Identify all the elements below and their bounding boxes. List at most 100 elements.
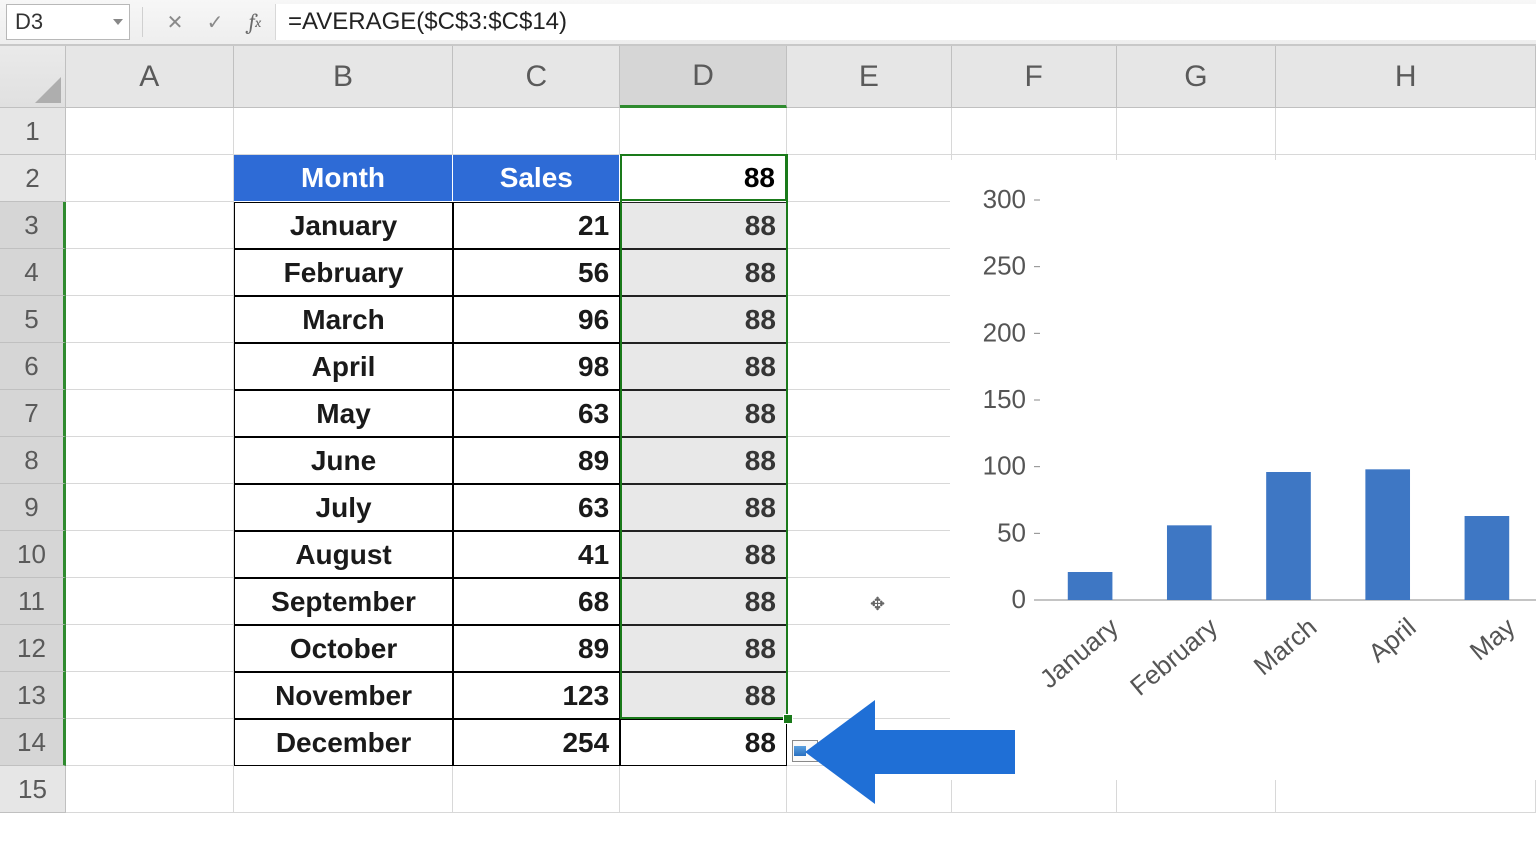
cell-B5[interactable]: March [234,296,454,343]
cell-C7[interactable]: 63 [453,390,620,437]
chevron-down-icon[interactable] [113,19,123,25]
row-header-14[interactable]: 14 [0,719,66,766]
cell-E2[interactable] [787,155,952,202]
name-box[interactable]: D3 [6,4,130,40]
row-header-11[interactable]: 11 [0,578,66,625]
row-header-9[interactable]: 9 [0,484,66,531]
col-header-G[interactable]: G [1117,46,1277,108]
cell-D15[interactable] [620,766,787,813]
row-header-12[interactable]: 12 [0,625,66,672]
cell-C2[interactable]: Sales [453,155,620,202]
cell-E6[interactable] [787,343,952,390]
cell-C14[interactable]: 254 [453,719,620,766]
cell-A6[interactable] [66,343,234,390]
cell-D9[interactable]: 88 [620,484,787,531]
cell-A1[interactable] [66,108,234,155]
cell-C15[interactable] [453,766,620,813]
row-header-10[interactable]: 10 [0,531,66,578]
cancel-formula-icon[interactable]: ✕ [161,8,189,36]
cell-A7[interactable] [66,390,234,437]
bar-chart[interactable]: 050100150200250300JanuaryFebruaryMarchAp… [950,160,1536,780]
cell-C11[interactable]: 68 [453,578,620,625]
select-all-corner[interactable] [0,46,66,108]
fx-icon[interactable]: fx [241,8,269,36]
cell-A11[interactable] [66,578,234,625]
row-header-7[interactable]: 7 [0,390,66,437]
cell-C8[interactable]: 89 [453,437,620,484]
cell-A5[interactable] [66,296,234,343]
cell-A3[interactable] [66,202,234,249]
row-header-3[interactable]: 3 [0,202,66,249]
row-header-15[interactable]: 15 [0,766,66,813]
cell-C13[interactable]: 123 [453,672,620,719]
row-header-2[interactable]: 2 [0,155,66,202]
cell-A2[interactable] [66,155,234,202]
cell-A4[interactable] [66,249,234,296]
cell-D6[interactable]: 88 [620,343,787,390]
cell-B6[interactable]: April [234,343,454,390]
cell-D1[interactable] [620,108,787,155]
cell-G1[interactable] [1117,108,1277,155]
cell-B3[interactable]: January [234,202,454,249]
cell-D12[interactable]: 88 [620,625,787,672]
row-header-13[interactable]: 13 [0,672,66,719]
cell-C9[interactable]: 63 [453,484,620,531]
col-header-E[interactable]: E [787,46,952,108]
cell-B11[interactable]: September [234,578,454,625]
cell-D8[interactable]: 88 [620,437,787,484]
row-header-8[interactable]: 8 [0,437,66,484]
cell-C3[interactable]: 21 [453,202,620,249]
cell-E3[interactable] [787,202,952,249]
cell-C4[interactable]: 56 [453,249,620,296]
col-header-A[interactable]: A [66,46,234,108]
cell-A14[interactable] [66,719,234,766]
cell-A12[interactable] [66,625,234,672]
cell-E7[interactable] [787,390,952,437]
cell-A15[interactable] [66,766,234,813]
cell-A8[interactable] [66,437,234,484]
col-header-B[interactable]: B [234,46,454,108]
cell-D14[interactable]: 88 [620,719,787,766]
cell-A9[interactable] [66,484,234,531]
cell-D5[interactable]: 88 [620,296,787,343]
cell-B1[interactable] [234,108,454,155]
cell-B9[interactable]: July [234,484,454,531]
cell-B7[interactable]: May [234,390,454,437]
cell-D3[interactable]: 88 [620,202,787,249]
cell-A13[interactable] [66,672,234,719]
cell-B15[interactable] [234,766,454,813]
cell-E8[interactable] [787,437,952,484]
cell-C5[interactable]: 96 [453,296,620,343]
row-header-6[interactable]: 6 [0,343,66,390]
cell-D13[interactable]: 88 [620,672,787,719]
col-header-H[interactable]: H [1276,46,1536,108]
cell-E5[interactable] [787,296,952,343]
cell-B2[interactable]: Month [234,155,454,202]
cell-H1[interactable] [1276,108,1536,155]
cell-D2[interactable]: Average [620,155,787,202]
cell-F1[interactable] [952,108,1117,155]
cell-D4[interactable]: 88 [620,249,787,296]
row-header-1[interactable]: 1 [0,108,66,155]
cell-E4[interactable] [787,249,952,296]
cell-B13[interactable]: November [234,672,454,719]
col-header-F[interactable]: F [952,46,1117,108]
cell-B8[interactable]: June [234,437,454,484]
cell-C1[interactable] [453,108,620,155]
row-header-4[interactable]: 4 [0,249,66,296]
cell-E12[interactable] [787,625,952,672]
col-header-D[interactable]: D [620,46,787,108]
cell-E10[interactable] [787,531,952,578]
cell-B4[interactable]: February [234,249,454,296]
formula-input[interactable]: =AVERAGE($C$3:$C$14) [275,4,1536,40]
cell-D10[interactable]: 88 [620,531,787,578]
cell-C12[interactable]: 89 [453,625,620,672]
accept-formula-icon[interactable]: ✓ [201,8,229,36]
cell-B14[interactable]: December [234,719,454,766]
cell-E9[interactable] [787,484,952,531]
cell-C6[interactable]: 98 [453,343,620,390]
cell-C10[interactable]: 41 [453,531,620,578]
cell-E1[interactable] [787,108,952,155]
col-header-C[interactable]: C [453,46,620,108]
cell-A10[interactable] [66,531,234,578]
